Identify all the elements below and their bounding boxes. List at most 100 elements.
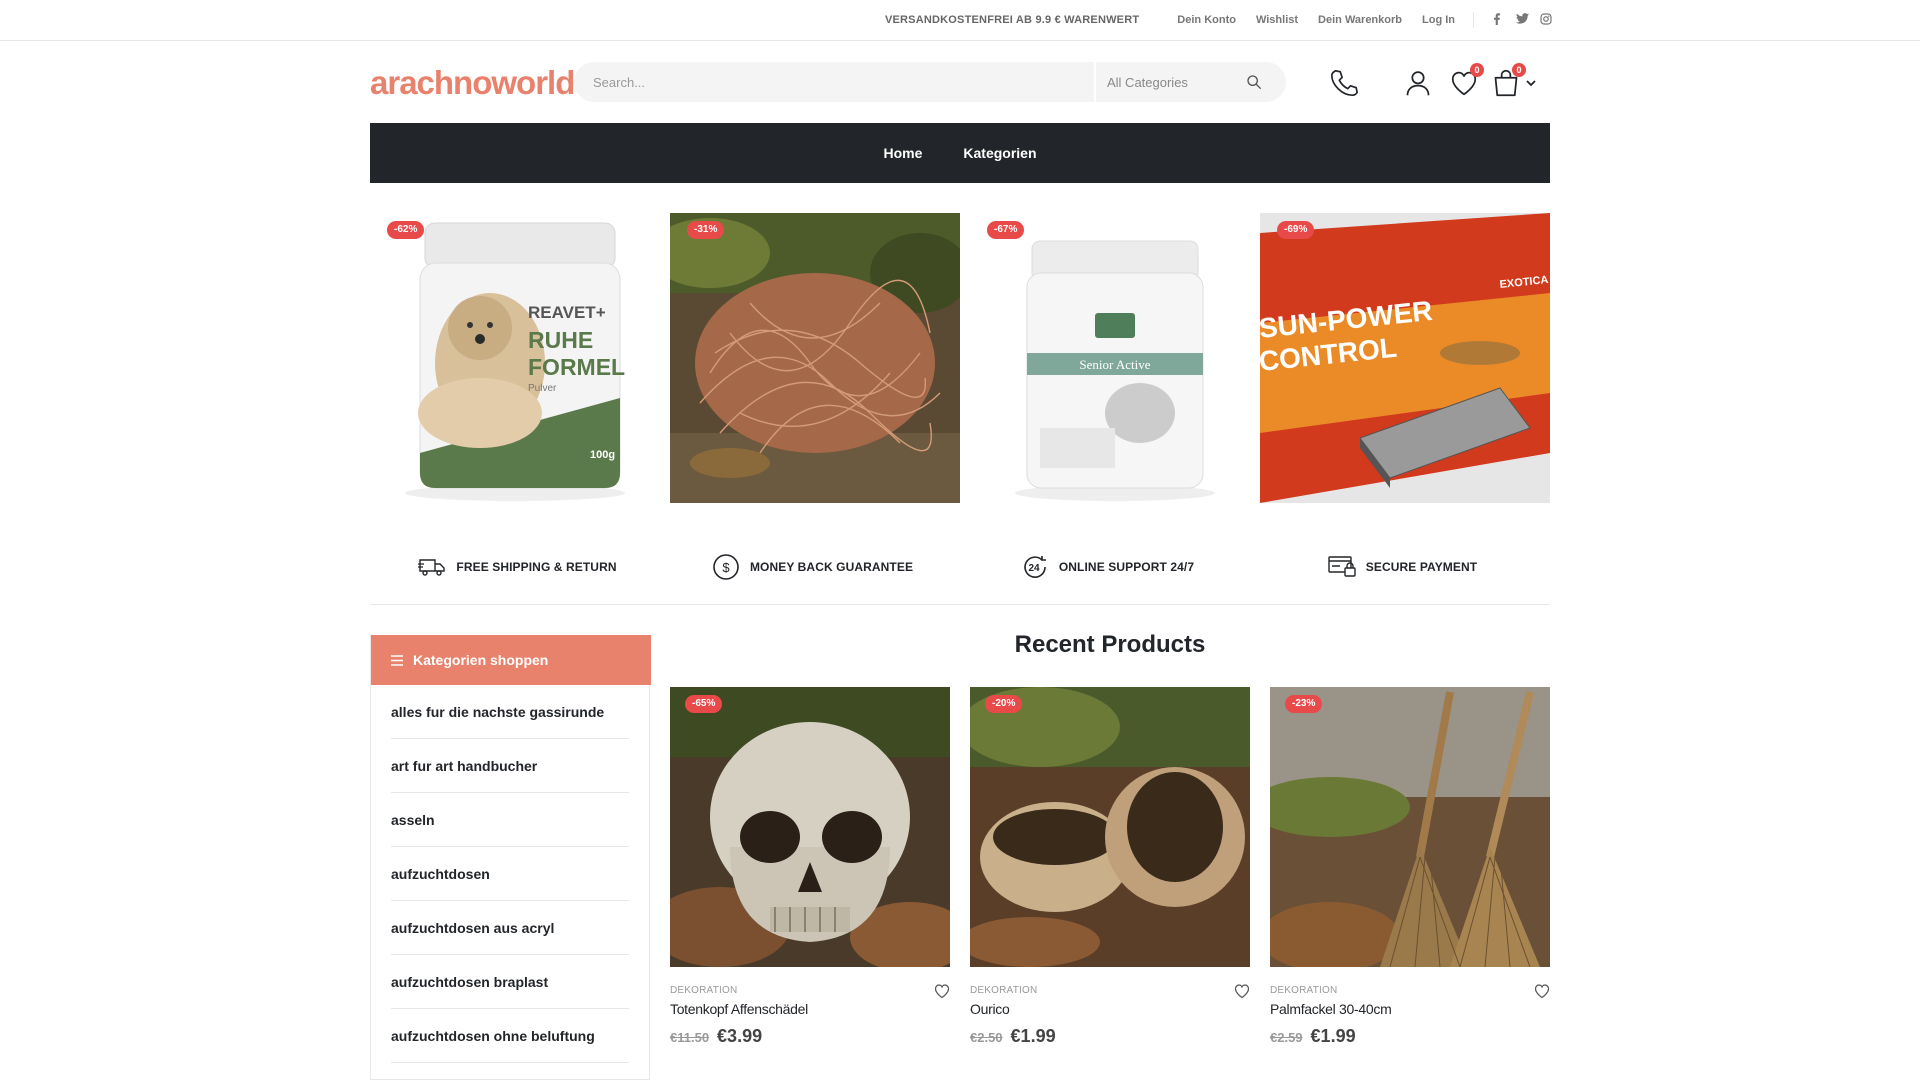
svg-text:FORMEL: FORMEL bbox=[528, 354, 625, 380]
product-image[interactable]: -20% bbox=[970, 687, 1250, 967]
facebook-icon[interactable] bbox=[1492, 12, 1502, 28]
truck-icon bbox=[418, 559, 446, 576]
product-image[interactable]: -65% bbox=[670, 687, 950, 967]
sidebar-title: Kategorien shoppen bbox=[413, 652, 549, 668]
product-price: €11.50 €3.99 bbox=[670, 1026, 762, 1047]
product-category[interactable]: DEKORATION bbox=[1270, 985, 1337, 996]
phone-button[interactable] bbox=[1328, 67, 1360, 99]
discount-badge: -31% bbox=[687, 221, 725, 239]
secure-card-icon bbox=[1328, 556, 1356, 577]
feature-money-back: $ MONEY BACK GUARANTEE bbox=[665, 537, 960, 597]
promo-banners: -62% REAVET+ RUHE FORMEL Pulver 100g -31… bbox=[370, 213, 1550, 503]
sale-price: €3.99 bbox=[717, 1026, 763, 1046]
product-name[interactable]: Ourico bbox=[970, 1001, 1010, 1017]
link-wishlist[interactable]: Wishlist bbox=[1256, 14, 1298, 26]
category-select[interactable]: All Categories bbox=[1094, 62, 1222, 102]
discount-badge: -23% bbox=[1285, 695, 1323, 713]
feature-shipping: FREE SHIPPING & RETURN bbox=[370, 537, 665, 597]
user-icon bbox=[1406, 71, 1430, 96]
account-button[interactable] bbox=[1402, 67, 1434, 99]
product-price: €2.59 €1.99 bbox=[1270, 1026, 1356, 1047]
palmfackel-image bbox=[1270, 687, 1550, 967]
category-item[interactable]: art fur art handbucher bbox=[391, 739, 629, 793]
product-image: REAVET+ RUHE FORMEL Pulver 100g bbox=[370, 213, 660, 503]
cart-count-badge: 0 bbox=[1512, 63, 1526, 77]
header-icons: 0 0 bbox=[1328, 63, 1536, 101]
banner-product-text: Senior Active bbox=[1079, 357, 1150, 372]
feature-secure-payment: SECURE PAYMENT bbox=[1255, 537, 1550, 597]
feature-support: 24 ONLINE SUPPORT 24/7 bbox=[960, 537, 1255, 597]
banner-roots[interactable]: -31% bbox=[670, 213, 960, 503]
support-24-icon: 24 bbox=[1024, 556, 1046, 578]
search-icon bbox=[1247, 75, 1262, 90]
product-card: -65% DEKORATION Totenkopf Affenschädel €… bbox=[670, 687, 950, 1046]
skull-image bbox=[670, 687, 950, 967]
discount-badge: -67% bbox=[987, 221, 1025, 239]
product-category[interactable]: DEKORATION bbox=[970, 985, 1037, 996]
dollar-circle-icon: $ bbox=[713, 554, 739, 580]
nav-kategorien[interactable]: Kategorien bbox=[963, 145, 1036, 161]
product-category[interactable]: DEKORATION bbox=[670, 985, 737, 996]
sale-price: €1.99 bbox=[1310, 1026, 1356, 1046]
menu-icon bbox=[391, 654, 403, 666]
product-image: Senior Active bbox=[970, 213, 1260, 503]
search-input[interactable]: Search... bbox=[574, 75, 1094, 90]
banner-subtext: Pulver bbox=[528, 383, 557, 394]
product-name[interactable]: Palmfackel 30-40cm bbox=[1270, 1001, 1392, 1017]
product-card: -23% DEKORATION Palmfackel 30-40cm €2.59… bbox=[1270, 687, 1550, 1046]
heart-icon[interactable] bbox=[1234, 983, 1250, 999]
svg-text:100g: 100g bbox=[590, 449, 615, 461]
category-item[interactable]: aufzuchtdosen bbox=[391, 847, 629, 901]
category-item[interactable]: alles fur die nachste gassirunde bbox=[391, 685, 629, 739]
cart-dropdown-toggle[interactable] bbox=[1526, 74, 1536, 92]
old-price: €11.50 bbox=[670, 1030, 710, 1045]
product-price: €2.50 €1.99 bbox=[970, 1026, 1056, 1047]
phone-icon bbox=[1330, 69, 1358, 97]
discount-badge: -65% bbox=[685, 695, 723, 713]
heart-icon[interactable] bbox=[1534, 983, 1550, 999]
category-sidebar: Kategorien shoppen alles fur die nachste… bbox=[370, 635, 651, 1080]
sale-price: €1.99 bbox=[1010, 1026, 1056, 1046]
product-image: SUN-POWER CONTROL EXOTICA bbox=[1260, 213, 1550, 503]
heart-icon[interactable] bbox=[934, 983, 950, 999]
product-image[interactable]: -23% bbox=[1270, 687, 1550, 967]
ourico-image bbox=[970, 687, 1250, 967]
svg-text:24: 24 bbox=[1028, 563, 1040, 574]
twitter-icon[interactable] bbox=[1516, 13, 1529, 27]
link-cart[interactable]: Dein Warenkorb bbox=[1318, 14, 1402, 26]
recent-products-title: Recent Products bbox=[1014, 631, 1206, 658]
cart-button[interactable]: 0 bbox=[1490, 63, 1526, 99]
discount-badge: -20% bbox=[985, 695, 1023, 713]
shipping-promo: VERSANDKOSTENFREI AB 9.9 € WARENWERT bbox=[884, 14, 1140, 26]
site-logo[interactable]: arachnoworld bbox=[370, 63, 576, 103]
old-price: €2.59 bbox=[1270, 1030, 1303, 1045]
discount-badge: -69% bbox=[1277, 221, 1315, 239]
banner-brand-text: REAVET+ bbox=[528, 303, 606, 322]
banner-senior-active[interactable]: -67% Senior Active bbox=[970, 213, 1260, 503]
site-header: arachnoworld Search... All Categories 0 … bbox=[370, 41, 1550, 123]
wishlist-button[interactable]: 0 bbox=[1448, 63, 1484, 99]
nav-home[interactable]: Home bbox=[883, 145, 922, 161]
old-price: €2.50 bbox=[970, 1030, 1003, 1045]
svg-text:RUHE: RUHE bbox=[528, 327, 593, 353]
search-button[interactable] bbox=[1222, 62, 1286, 102]
category-item[interactable]: aufzuchtdosen braplast bbox=[391, 955, 629, 1009]
category-item[interactable]: aufzuchtdosen ohne beluftung bbox=[391, 1009, 629, 1063]
chevron-down-icon bbox=[1526, 80, 1536, 87]
product-name[interactable]: Totenkopf Affenschädel bbox=[670, 1001, 808, 1017]
category-item[interactable]: aufzuchtdosen aus acryl bbox=[391, 901, 629, 955]
instagram-icon[interactable] bbox=[1540, 12, 1552, 28]
search-bar: Search... All Categories bbox=[574, 62, 1286, 102]
link-login[interactable]: Log In bbox=[1422, 14, 1455, 26]
product-card: -20% DEKORATION Ourico €2.50 €1.99 bbox=[970, 687, 1250, 1046]
product-image bbox=[670, 213, 960, 503]
banner-ruhe-formel[interactable]: -62% REAVET+ RUHE FORMEL Pulver 100g bbox=[370, 213, 660, 503]
top-bar: VERSANDKOSTENFREI AB 9.9 € WARENWERT Dei… bbox=[0, 0, 1920, 41]
sidebar-header[interactable]: Kategorien shoppen bbox=[371, 635, 651, 685]
banner-sun-power[interactable]: -69% SUN-POWER CONTROL EXOTICA bbox=[1260, 213, 1550, 503]
account-links: Dein Konto Wishlist Dein Warenkorb Log I… bbox=[1177, 12, 1474, 28]
category-item[interactable]: asseln bbox=[391, 793, 629, 847]
link-account[interactable]: Dein Konto bbox=[1177, 14, 1236, 26]
category-list: alles fur die nachste gassirunde art fur… bbox=[391, 685, 629, 1063]
svg-text:$: $ bbox=[722, 560, 730, 575]
